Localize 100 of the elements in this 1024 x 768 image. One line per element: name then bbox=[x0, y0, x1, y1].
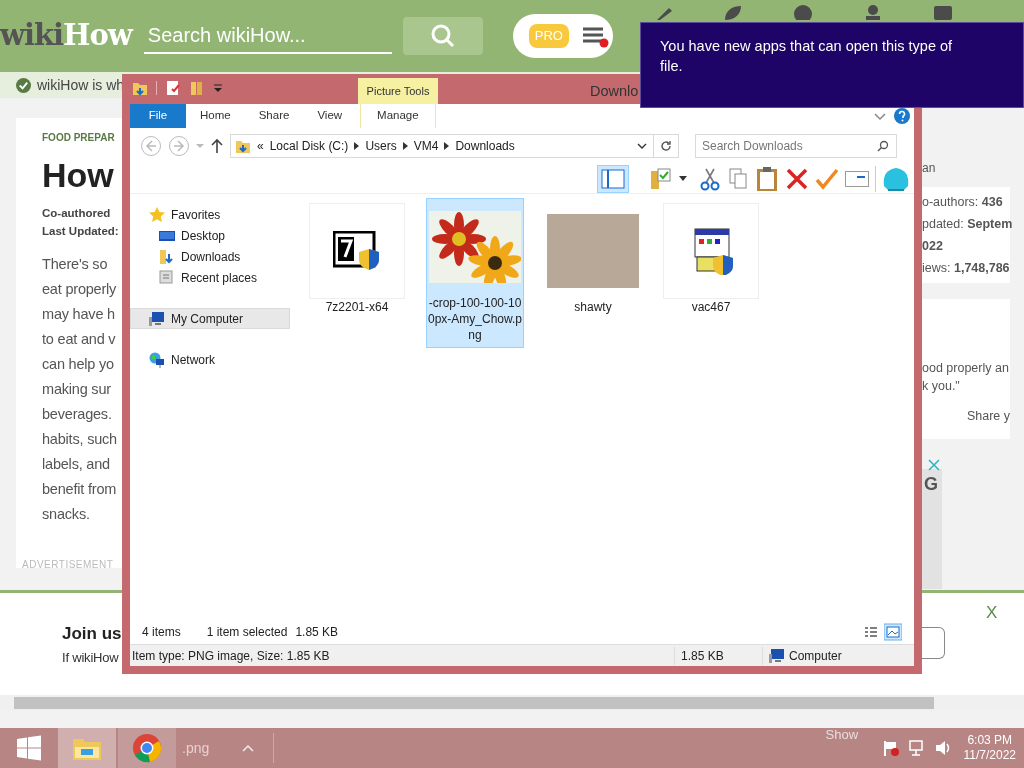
chevron-down-icon[interactable] bbox=[637, 142, 647, 150]
path-overflow[interactable]: « bbox=[257, 137, 264, 155]
folder-icon bbox=[159, 248, 175, 265]
body-text-line: making sur bbox=[42, 379, 111, 399]
body-text-line: benefit from bbox=[42, 479, 117, 499]
up-arrow-icon[interactable] bbox=[210, 138, 224, 154]
check-circle-icon bbox=[16, 77, 31, 93]
delete-icon[interactable] bbox=[785, 166, 809, 191]
body-text-line: may have h bbox=[42, 304, 115, 324]
checkmark-icon[interactable] bbox=[815, 166, 839, 191]
breadcrumb[interactable]: Users bbox=[365, 137, 397, 155]
dropdown-icon[interactable] bbox=[213, 83, 223, 93]
share-link[interactable]: Share y bbox=[922, 407, 1010, 426]
window-title: Downlo bbox=[590, 82, 639, 101]
article-title: How bbox=[42, 155, 114, 196]
scissors-icon[interactable] bbox=[699, 166, 721, 191]
ribbon-tab[interactable]: Share bbox=[244, 104, 304, 128]
leaf-icon[interactable] bbox=[722, 4, 743, 20]
file-name: -crop-100-100-100px-Amy_Chow.png bbox=[427, 295, 523, 343]
clipboard-icon[interactable] bbox=[755, 165, 779, 192]
folder-icon bbox=[235, 138, 251, 154]
ribbon-tab[interactable]: Manage bbox=[360, 104, 436, 128]
stat-line: pdated: Septem bbox=[922, 216, 1010, 233]
stat-line: iews: 1,748,786 bbox=[922, 260, 1010, 277]
help-icon[interactable] bbox=[894, 108, 910, 124]
refresh-button[interactable] bbox=[653, 134, 679, 158]
breadcrumb-arrow-icon[interactable] bbox=[354, 142, 360, 150]
stat-line: 022 bbox=[922, 238, 944, 255]
body-text-line: labels, and bbox=[42, 454, 110, 474]
flag-icon[interactable] bbox=[881, 739, 900, 757]
body-text-line: snacks. bbox=[42, 504, 90, 524]
file-name: 7z2201-x64 bbox=[324, 299, 390, 315]
details-location: Computer bbox=[789, 647, 842, 665]
quote-text: ood properly an k you." bbox=[922, 360, 1010, 395]
details-info: Item type: PNG image, Size: 1.85 KB bbox=[131, 647, 331, 665]
breadcrumb[interactable]: Local Disk (C:) bbox=[269, 137, 349, 155]
address-bar[interactable]: « Local Disk (C:) Users VM4 Downloads bbox=[230, 134, 654, 158]
breadcrumb[interactable]: VM4 bbox=[413, 137, 439, 155]
chevron-up-icon[interactable] bbox=[241, 743, 256, 753]
notification-toast[interactable]: You have new apps that can open this type of file. bbox=[640, 22, 1024, 108]
network-globe-icon bbox=[149, 351, 165, 368]
recent-places-icon bbox=[159, 269, 175, 286]
body-text-line: There's so bbox=[42, 254, 108, 274]
installer-icon bbox=[333, 231, 381, 271]
navigation-item[interactable]: Network bbox=[130, 349, 290, 370]
show-fragment: Show bbox=[825, 726, 859, 744]
preview-pane-icon[interactable] bbox=[597, 164, 629, 193]
browser-logo-icon bbox=[132, 733, 162, 763]
large-icons-view-icon[interactable] bbox=[884, 623, 902, 641]
ribbon-tab[interactable]: File bbox=[130, 104, 186, 128]
search-icon bbox=[877, 140, 889, 152]
file-item[interactable]: shawty bbox=[544, 202, 642, 320]
body-text-line: beverages. bbox=[42, 404, 112, 424]
breadcrumb-arrow-icon[interactable] bbox=[402, 142, 408, 150]
navigation-item[interactable]: Downloads bbox=[130, 246, 290, 267]
selection-count: 1 item selected bbox=[206, 624, 288, 641]
breadcrumb-arrow-icon[interactable] bbox=[444, 142, 450, 150]
folder-icon[interactable] bbox=[132, 80, 148, 96]
selection-size: 1.85 KB bbox=[295, 624, 339, 641]
speaker-icon[interactable] bbox=[933, 739, 952, 757]
banner-title: Join us bbox=[62, 623, 122, 645]
close-icon[interactable] bbox=[928, 459, 940, 471]
article-category[interactable]: FOOD PREPAR bbox=[42, 130, 115, 145]
search-icon bbox=[429, 23, 456, 49]
rename-icon[interactable] bbox=[845, 170, 869, 187]
navigation-item[interactable]: Desktop bbox=[130, 225, 290, 246]
close-button[interactable]: X bbox=[980, 599, 1004, 627]
navigation-item[interactable]: Favorites bbox=[130, 204, 290, 225]
breadcrumb[interactable]: Downloads bbox=[455, 137, 515, 155]
taskbar-ghost-label: .png bbox=[182, 738, 210, 758]
body-text-line: can help yo bbox=[42, 354, 114, 374]
search-field[interactable]: Search Downloads bbox=[695, 134, 897, 158]
ribbon-tab[interactable]: Home bbox=[186, 104, 245, 128]
file-item[interactable]: -crop-100-100-100px-Amy_Chow.png bbox=[426, 198, 524, 348]
coauthor-line: Co-authored bbox=[42, 205, 111, 221]
body-text-line: habits, such bbox=[42, 429, 117, 449]
windows-logo-icon bbox=[15, 734, 43, 762]
ribbon-tab[interactable]: View bbox=[303, 104, 357, 128]
notification-text: You have new apps that can open this type of file. bbox=[660, 37, 953, 76]
new-folder-icon[interactable] bbox=[189, 80, 205, 96]
navigation-item[interactable]: My Computer bbox=[130, 308, 290, 329]
file-explorer-button[interactable] bbox=[58, 728, 116, 768]
author-text: an bbox=[922, 160, 937, 177]
file-name: vac467 bbox=[690, 299, 732, 315]
caret-icon[interactable] bbox=[679, 175, 687, 182]
chrome-button[interactable] bbox=[118, 728, 176, 768]
body-text-line: eat properly bbox=[42, 279, 117, 299]
computer-icon bbox=[769, 647, 785, 664]
context-tab-group: Picture Tools bbox=[358, 78, 438, 104]
updated-line: Last Updated: bbox=[42, 223, 119, 239]
refresh-icon bbox=[660, 140, 672, 152]
advertisement-label: ADVERTISEMENT bbox=[22, 557, 114, 572]
details-size: 1.85 KB bbox=[674, 646, 762, 665]
body-text-line: to eat and v bbox=[42, 329, 116, 349]
folder-check-icon[interactable] bbox=[649, 166, 673, 191]
network-icon[interactable] bbox=[907, 739, 926, 757]
computer-icon bbox=[149, 310, 165, 327]
navigation-item[interactable]: Recent places bbox=[130, 267, 290, 288]
properties-icon[interactable] bbox=[165, 80, 181, 96]
file-name: shawty bbox=[573, 299, 613, 315]
